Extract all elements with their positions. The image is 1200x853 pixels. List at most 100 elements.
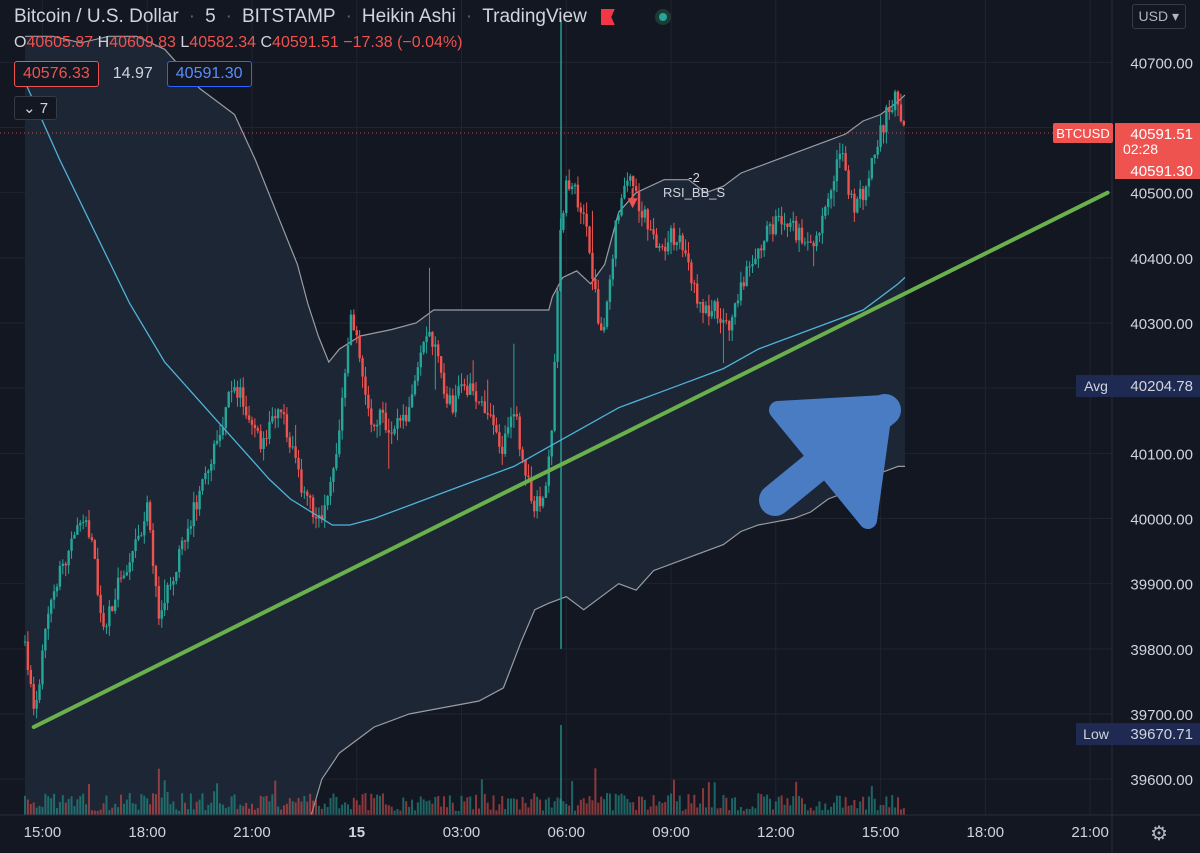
volume-bar — [574, 810, 576, 815]
gear-icon[interactable]: ⚙ — [1150, 821, 1168, 846]
volume-bar — [306, 801, 309, 815]
volume-bar — [728, 810, 731, 815]
volume-bar — [867, 796, 870, 815]
candle-body — [111, 606, 114, 612]
volume-bar — [626, 798, 629, 815]
candle-body — [416, 367, 420, 381]
candle-body — [777, 215, 780, 217]
ohlc-legend: O40605.87 H40609.83 L40582.34 C40591.51 … — [14, 34, 462, 52]
candle-body — [527, 475, 530, 478]
candle-body — [739, 282, 743, 301]
time-tick-label: 18:00 — [967, 824, 1005, 841]
volume-bar — [722, 794, 725, 815]
volume-bar — [55, 808, 58, 815]
candle-body — [579, 207, 583, 213]
flag-icon[interactable] — [600, 9, 615, 25]
candle-body — [160, 610, 163, 619]
candle-body — [358, 335, 361, 359]
volume-bar — [710, 807, 713, 815]
volume-bar — [58, 801, 61, 815]
volume-bar — [117, 807, 120, 815]
volume-bar — [745, 808, 748, 815]
candle-body — [838, 153, 842, 160]
candle-body — [538, 496, 542, 507]
volume-bar — [460, 795, 463, 815]
price-tick-label: 39800.00 — [1130, 642, 1193, 659]
volume-bar — [445, 807, 448, 815]
volume-bar — [614, 793, 617, 815]
candle-body — [629, 176, 632, 181]
candle-body — [591, 252, 594, 280]
candle-body — [474, 391, 478, 402]
volume-bar — [850, 805, 853, 815]
candle-body — [410, 394, 414, 408]
sell-button[interactable]: 40576.33 — [14, 61, 99, 87]
volume-bar — [169, 804, 172, 815]
candle-body — [352, 314, 356, 331]
info-tag-name: Low — [1083, 726, 1110, 742]
candle-body — [687, 253, 690, 263]
candle-body — [655, 234, 658, 248]
candle-body — [466, 385, 469, 395]
indicators-toggle-button[interactable]: ⌄ 7 — [14, 96, 58, 120]
candle-body — [445, 393, 449, 404]
volume-bar — [821, 810, 824, 815]
volume-bar — [815, 806, 818, 815]
candle-body — [274, 416, 277, 419]
price-tick-label: 39600.00 — [1130, 772, 1193, 789]
candle-body — [818, 233, 821, 236]
price-tick-label: 40700.00 — [1130, 55, 1193, 72]
high-value: 40609.83 — [109, 34, 176, 51]
candle-body — [495, 425, 498, 433]
candle-body — [576, 184, 580, 208]
volume-bar — [230, 796, 233, 815]
volume-bar — [274, 780, 277, 815]
candle-body — [614, 220, 617, 259]
buy-button[interactable]: 40591.30 — [166, 61, 252, 87]
candle-body — [582, 212, 585, 214]
interval-label[interactable]: 5 — [205, 6, 216, 28]
volume-bar — [239, 804, 242, 815]
volume-bar — [443, 796, 446, 815]
candle-body — [250, 419, 254, 425]
symbol-title[interactable]: Bitcoin / U.S. Dollar — [14, 6, 179, 28]
volume-bar — [376, 794, 379, 815]
volume-bar — [550, 807, 553, 815]
candle-body — [326, 496, 329, 506]
volume-bar — [783, 804, 786, 815]
volume-bar — [280, 809, 283, 815]
volume-bar — [582, 798, 585, 815]
volume-bar — [242, 806, 245, 815]
volume-bar — [533, 793, 536, 815]
candle-body — [76, 525, 79, 535]
candle-body — [634, 186, 638, 191]
candle-body — [605, 301, 609, 327]
chart-style-label[interactable]: Heikin Ashi — [362, 6, 456, 28]
volume-bar — [210, 802, 213, 815]
candle-body — [649, 229, 652, 231]
candle-body — [754, 258, 757, 265]
candle-body — [512, 414, 516, 417]
candle-body — [882, 125, 885, 133]
volume-bar — [684, 809, 687, 815]
volume-bar — [527, 807, 530, 815]
volume-bar — [128, 793, 131, 815]
volume-bar — [454, 810, 457, 815]
volume-bar — [122, 803, 125, 815]
volume-bar — [830, 806, 833, 815]
price-chart[interactable]: 39600.00 39700.00 39800.00 39900.00 40000.00… — [0, 0, 1200, 853]
volume-bar — [879, 804, 882, 815]
candle-body — [215, 440, 219, 444]
candle-body — [640, 211, 644, 218]
candle-body — [626, 180, 629, 186]
candle-body — [361, 358, 364, 377]
volume-bar — [265, 795, 268, 815]
volume-bar — [195, 801, 198, 815]
candle-body — [696, 283, 699, 304]
candle-body — [861, 188, 865, 201]
volume-bar — [381, 793, 384, 815]
volume-bar — [250, 803, 253, 815]
candle-body — [399, 418, 402, 421]
currency-button[interactable]: USD ▾ — [1131, 4, 1186, 29]
candle-body — [774, 216, 777, 235]
